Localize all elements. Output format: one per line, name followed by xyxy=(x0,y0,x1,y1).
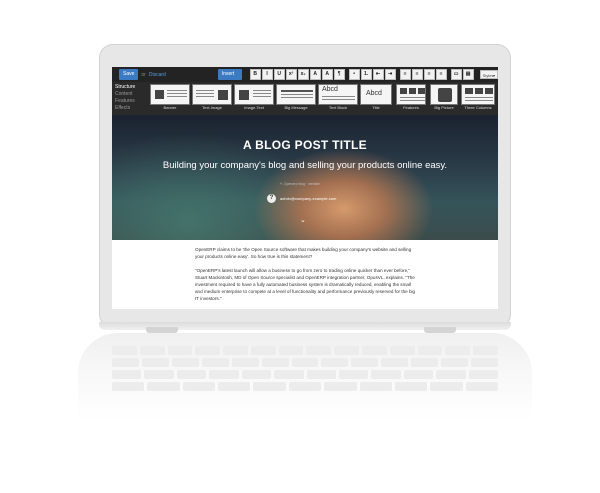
author-email: admin@company-example.com xyxy=(280,196,337,201)
snippet-text-image[interactable]: Text-Image xyxy=(192,84,232,112)
category-content[interactable]: Content xyxy=(115,91,153,98)
banner-thumbnail xyxy=(150,84,190,105)
snippet-label: Banner xyxy=(163,105,177,110)
discard-link[interactable]: Discard xyxy=(149,72,166,78)
big-message-thumbnail xyxy=(276,84,316,105)
indent-button[interactable]: ⇥ xyxy=(384,69,396,80)
page-subtitle[interactable]: Building your company's blog and selling… xyxy=(112,160,498,171)
camera-icon xyxy=(239,90,249,100)
page-title[interactable]: A BLOG POST TITLE xyxy=(112,138,498,152)
paragraph-button[interactable]: ¶ xyxy=(333,69,345,80)
chevron-down-icon[interactable]: ⌄ xyxy=(300,216,306,224)
snippet-label: Text-Image xyxy=(202,105,222,110)
camera-icon xyxy=(400,88,407,94)
snippets-panel: Structure Content Features Effects Banne… xyxy=(112,82,498,115)
camera-icon xyxy=(485,88,493,94)
snippet-label: Features xyxy=(403,105,419,110)
align-right-button[interactable]: ≡ xyxy=(423,69,435,80)
camera-icon xyxy=(465,88,473,94)
snippet-categories: Structure Content Features Effects xyxy=(115,84,153,112)
numbered-list-button[interactable]: 1. xyxy=(360,69,372,80)
category-structure[interactable]: Structure xyxy=(115,84,153,91)
format-tools: B I U x² x₂ A A ¶ • 1. ⇤ ⇥ ≡ ≡ ≡ ≡ ▭ ▤ xyxy=(249,69,477,80)
chevron-down-icon: ▾ xyxy=(492,73,495,78)
snippet-label: Big Picture xyxy=(434,105,454,110)
snippet-label: Big Message xyxy=(284,105,308,110)
camera-icon xyxy=(475,88,483,94)
camera-icon xyxy=(438,88,452,102)
camera-icon xyxy=(218,90,228,100)
snippet-banner[interactable]: Banner xyxy=(150,84,190,112)
snippet-label: Title xyxy=(372,105,380,110)
keyboard-reflection xyxy=(112,346,499,406)
content-paragraph[interactable]: OpenERP claims to be 'the Open Source so… xyxy=(195,246,417,260)
bold-button[interactable]: B xyxy=(249,69,261,80)
underline-button[interactable]: U xyxy=(273,69,285,80)
image-text-thumbnail xyxy=(234,84,274,105)
insert-blocks-button[interactable]: Insert Blocks xyxy=(217,69,242,88)
snippet-text-block[interactable]: Abcd Text Block xyxy=(318,84,358,112)
justify-button[interactable]: ≡ xyxy=(435,69,447,80)
superscript-button[interactable]: x² xyxy=(285,69,297,80)
blog-hero-cover[interactable]: A BLOG POST TITLE Building your company'… xyxy=(112,115,498,240)
category-features[interactable]: Features xyxy=(115,98,153,105)
snippet-label: Text Block xyxy=(328,105,348,110)
snippet-image-text[interactable]: Image-Text xyxy=(234,84,274,112)
align-center-button[interactable]: ≡ xyxy=(411,69,423,80)
image-button[interactable]: ▭ xyxy=(450,69,462,80)
save-button[interactable]: Save xyxy=(119,69,139,80)
features-thumbnail xyxy=(396,84,426,105)
camera-icon xyxy=(155,90,164,99)
content-paragraph[interactable]: "OpenERP's latest launch will allow a bu… xyxy=(195,267,417,307)
avatar: ? xyxy=(267,194,276,203)
blog-tags: ✎ Openerp blog · website xyxy=(280,182,321,186)
snippet-title[interactable]: Abcd Title xyxy=(360,84,392,112)
blog-content: OpenERP claims to be 'the Open Source so… xyxy=(112,240,498,309)
text-block-thumbnail: Abcd xyxy=(318,84,358,105)
three-columns-thumbnail xyxy=(461,84,495,105)
background-color-button[interactable]: A xyxy=(321,69,333,80)
outdent-button[interactable]: ⇤ xyxy=(372,69,384,80)
thumbnail-text: Abcd xyxy=(366,90,382,97)
title-thumbnail: Abcd xyxy=(360,84,392,105)
table-button[interactable]: ▤ xyxy=(462,69,474,80)
text-image-thumbnail xyxy=(192,84,232,105)
or-label: or xyxy=(141,71,146,78)
bullet-list-button[interactable]: • xyxy=(348,69,360,80)
thumbnail-text: Abcd xyxy=(322,86,338,93)
snippet-big-message[interactable]: Big Message xyxy=(276,84,316,112)
styles-dropdown[interactable]: Styles ▾ xyxy=(479,70,498,79)
category-effects[interactable]: Effects xyxy=(115,105,153,112)
snippet-big-picture[interactable]: Big Picture xyxy=(430,84,458,112)
snippet-label: Three Columns xyxy=(464,105,492,110)
hinge-notch xyxy=(424,327,456,333)
camera-icon xyxy=(418,88,425,94)
snippet-features[interactable]: Features xyxy=(396,84,426,112)
snippet-label: Image-Text xyxy=(244,105,264,110)
author-info: ? admin@company-example.com xyxy=(267,194,336,203)
camera-icon xyxy=(409,88,416,94)
styles-label: Styles xyxy=(482,73,494,78)
snippet-three-columns[interactable]: Three Columns xyxy=(461,84,495,112)
laptop-screen: Save or Discard Insert Blocks B I U x² x… xyxy=(112,67,498,309)
editor-toolbar: Save or Discard Insert Blocks B I U x² x… xyxy=(112,67,498,88)
align-left-button[interactable]: ≡ xyxy=(399,69,411,80)
subscript-button[interactable]: x₂ xyxy=(297,69,309,80)
hinge-notch xyxy=(146,327,178,333)
big-picture-thumbnail xyxy=(430,84,458,105)
italic-button[interactable]: I xyxy=(261,69,273,80)
font-color-button[interactable]: A xyxy=(309,69,321,80)
